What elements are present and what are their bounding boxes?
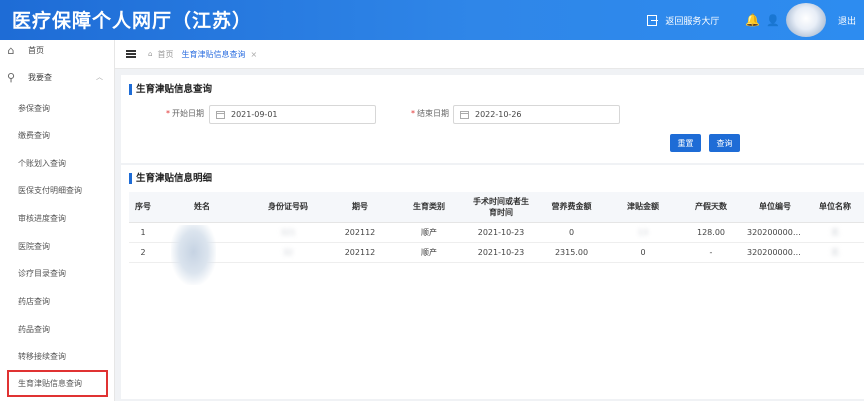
search-icon: ⚲ bbox=[6, 71, 16, 84]
column-header: 津贴金额 bbox=[608, 192, 678, 223]
reset-button[interactable]: 重置 bbox=[670, 134, 701, 152]
sidebar-item-label: 缴费查询 bbox=[18, 131, 50, 140]
column-header: 营养费金额 bbox=[535, 192, 608, 223]
sidebar-item-review-progress[interactable]: 审核进度查询 bbox=[0, 205, 115, 232]
cell-birth-date: 2021-10-23 bbox=[467, 242, 535, 263]
start-date-value: 2021-09-01 bbox=[231, 110, 278, 119]
cell-id-number: 321 bbox=[247, 222, 329, 243]
chevron-up-icon: ︿ bbox=[96, 73, 103, 81]
close-icon[interactable]: × bbox=[250, 50, 257, 59]
cell-leave-days: - bbox=[678, 242, 744, 263]
tab-home-label: 首页 bbox=[157, 49, 174, 59]
cell-period: 202112 bbox=[329, 222, 391, 243]
cell-id-number: 32 bbox=[247, 242, 329, 263]
column-header: 手术时间或者生育时间 bbox=[467, 192, 535, 223]
cell-allowance: 13 bbox=[608, 222, 678, 243]
table-row[interactable]: 2 32 202112 顺产 2021-10-23 2315.00 0 - 32… bbox=[129, 242, 864, 263]
sidebar-item-pharmacy[interactable]: 药店查询 bbox=[0, 288, 115, 315]
cell-nutrition-fee: 2315.00 bbox=[535, 242, 608, 263]
sidebar-item-label: 参保查询 bbox=[18, 104, 50, 113]
column-header: 单位编号 bbox=[744, 192, 806, 223]
column-header: 单位名称 bbox=[806, 192, 864, 223]
user-icon[interactable]: 👤 bbox=[766, 14, 780, 27]
tab-home[interactable]: ⌂ 首页 bbox=[148, 49, 173, 60]
sidebar-item-label: 生育津贴信息查询 bbox=[18, 379, 82, 388]
cell-allowance: 0 bbox=[608, 242, 678, 263]
sidebar-item-label: 转移接续查询 bbox=[18, 352, 66, 361]
top-header: 医疗保障个人网厅（江苏） 返回服务大厅 🔔 👤 退出 bbox=[0, 0, 864, 40]
return-hall-link[interactable]: 返回服务大厅 bbox=[647, 14, 719, 27]
tab-maternity-allowance[interactable]: 生育津贴信息查询 × bbox=[181, 49, 257, 60]
sidebar-item-label: 药品查询 bbox=[18, 325, 50, 334]
avatar[interactable] bbox=[785, 3, 826, 37]
sidebar: ⌂ 首页 ⚲ 我要查 ︿ 参保查询 缴费查询 个账划入查询 医保支付明细查询 审… bbox=[0, 40, 115, 401]
app-title: 医疗保障个人网厅（江苏） bbox=[12, 10, 253, 32]
tab-bar: ⌂ 首页 生育津贴信息查询 × bbox=[115, 40, 864, 69]
query-section-title: 生育津贴信息查询 bbox=[129, 84, 212, 95]
sidebar-item-transfer[interactable]: 转移接续查询 bbox=[0, 343, 115, 370]
menu-toggle-icon[interactable] bbox=[126, 50, 136, 58]
logout-button[interactable]: 退出 bbox=[838, 14, 856, 27]
table-header-row: 序号 姓名 身份证号码 期号 生育类别 手术时间或者生育时间 营养费金额 津贴金… bbox=[129, 192, 864, 223]
cell-birth-type: 顺产 bbox=[391, 242, 467, 263]
sidebar-item-treatment-catalog[interactable]: 诊疗目录查询 bbox=[0, 260, 115, 287]
cell-birth-type: 顺产 bbox=[391, 222, 467, 243]
exit-icon bbox=[647, 14, 659, 26]
query-panel: 生育津贴信息查询 * 开始日期 2021-09-01 * 结束日期 2022-10-… bbox=[121, 75, 864, 163]
sidebar-item-label: 医保支付明细查询 bbox=[18, 186, 82, 195]
table-row[interactable]: 1 321 202112 顺产 2021-10-23 0 13 128.00 3… bbox=[129, 222, 864, 243]
end-date-label: * 结束日期 bbox=[411, 109, 449, 118]
end-date-input[interactable]: 2022-10-26 bbox=[453, 105, 620, 124]
detail-panel: 生育津贴信息明细 序号 姓名 身份证号码 期号 生育类别 手术时间或者生育时间 … bbox=[121, 165, 864, 399]
column-header: 产假天数 bbox=[678, 192, 744, 223]
cell-unit-name: 无 bbox=[806, 242, 864, 263]
sidebar-item-maternity-allowance[interactable]: 生育津贴信息查询 bbox=[7, 370, 108, 397]
sidebar-item-label: 个账划入查询 bbox=[18, 159, 66, 168]
start-date-label: * 开始日期 bbox=[166, 109, 204, 118]
cell-unit-code: 32020000000... bbox=[744, 242, 806, 263]
cell-index: 2 bbox=[129, 242, 157, 263]
sidebar-item-label: 审核进度查询 bbox=[18, 214, 66, 223]
return-hall-label: 返回服务大厅 bbox=[665, 16, 720, 27]
allowance-table: 序号 姓名 身份证号码 期号 生育类别 手术时间或者生育时间 营养费金额 津贴金… bbox=[129, 192, 864, 263]
sidebar-group-query[interactable]: ⚲ 我要查 ︿ bbox=[0, 64, 115, 91]
sidebar-item-account-credit[interactable]: 个账划入查询 bbox=[0, 150, 115, 177]
start-date-input[interactable]: 2021-09-01 bbox=[209, 105, 376, 124]
redaction-blur bbox=[171, 225, 216, 285]
bell-icon[interactable]: 🔔 bbox=[745, 13, 760, 27]
sidebar-home-label: 首页 bbox=[28, 46, 44, 55]
tab-current-label: 生育津贴信息查询 bbox=[181, 49, 246, 59]
sidebar-item-hospital[interactable]: 医院查询 bbox=[0, 233, 115, 260]
sidebar-item-drug[interactable]: 药品查询 bbox=[0, 316, 115, 343]
sidebar-item-home[interactable]: ⌂ 首页 bbox=[0, 37, 115, 64]
column-header: 身份证号码 bbox=[247, 192, 329, 223]
column-header: 生育类别 bbox=[391, 192, 467, 223]
cell-birth-date: 2021-10-23 bbox=[467, 222, 535, 243]
sidebar-item-payment[interactable]: 缴费查询 bbox=[0, 122, 115, 149]
calendar-icon bbox=[460, 110, 469, 119]
cell-period: 202112 bbox=[329, 242, 391, 263]
header-actions: 返回服务大厅 🔔 👤 退出 bbox=[647, 0, 864, 40]
cell-nutrition-fee: 0 bbox=[535, 222, 608, 243]
end-date-value: 2022-10-26 bbox=[475, 110, 522, 119]
cell-index: 1 bbox=[129, 222, 157, 243]
calendar-icon bbox=[216, 110, 225, 119]
sidebar-group-label: 我要查 bbox=[28, 73, 52, 82]
home-icon: ⌂ bbox=[7, 44, 15, 57]
cell-unit-name: 无 bbox=[806, 222, 864, 243]
sidebar-item-payment-detail[interactable]: 医保支付明细查询 bbox=[0, 177, 115, 204]
sidebar-item-insured[interactable]: 参保查询 bbox=[0, 95, 115, 122]
sidebar-item-label: 医院查询 bbox=[18, 242, 50, 251]
column-header: 序号 bbox=[129, 192, 157, 223]
column-header: 姓名 bbox=[157, 192, 247, 223]
detail-section-title: 生育津贴信息明细 bbox=[129, 173, 212, 184]
column-header: 期号 bbox=[329, 192, 391, 223]
home-icon: ⌂ bbox=[148, 50, 153, 58]
cell-leave-days: 128.00 bbox=[678, 222, 744, 243]
cell-unit-code: 32020000000... bbox=[744, 222, 806, 243]
search-button[interactable]: 查询 bbox=[709, 134, 740, 152]
sidebar-item-label: 药店查询 bbox=[18, 297, 50, 306]
sidebar-item-label: 诊疗目录查询 bbox=[18, 269, 66, 278]
